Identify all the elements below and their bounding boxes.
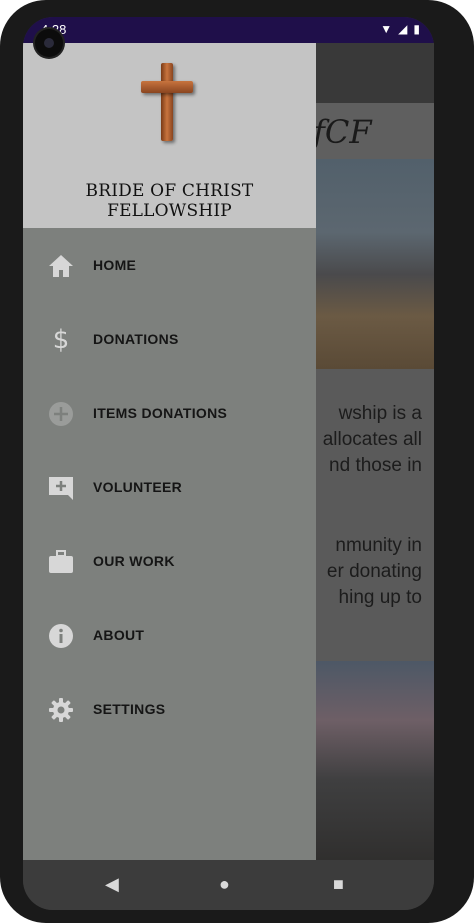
phone-frame: 4:28 ▼ ◢ ▮ fCF wship is a allocates all … (0, 0, 474, 923)
add-circle-icon (48, 401, 74, 427)
wifi-icon: ▼ (380, 22, 393, 36)
gear-icon (48, 697, 74, 723)
status-bar: 4:28 ▼ ◢ ▮ (23, 17, 434, 43)
recents-icon[interactable]: ■ (333, 874, 344, 895)
drawer-header: BRIDE OF CHRIST FELLOWSHIP (23, 43, 316, 228)
menu-item-label: SETTINGS (93, 701, 166, 717)
info-icon (48, 623, 74, 649)
front-camera (35, 29, 63, 57)
navigation-drawer: BRIDE OF CHRIST FELLOWSHIP HOME $ DONATI… (23, 43, 316, 860)
app-text-line: nd those in (329, 455, 422, 476)
system-nav-bar: ◀ ● ■ (23, 860, 434, 910)
menu-item-items-donations[interactable]: ITEMS DONATIONS (23, 376, 316, 450)
home-circle-icon[interactable]: ● (219, 874, 230, 895)
status-icons: ▼ ◢ ▮ (380, 22, 420, 36)
menu-item-label: ITEMS DONATIONS (93, 405, 228, 421)
app-text-line: allocates all (322, 429, 422, 450)
menu-item-label: OUR WORK (93, 553, 175, 569)
menu-item-home[interactable]: HOME (23, 228, 316, 302)
home-icon (48, 253, 74, 279)
menu-item-volunteer[interactable]: VOLUNTEER (23, 450, 316, 524)
app-text-line: nmunity in (335, 535, 422, 556)
menu-item-donations[interactable]: $ DONATIONS (23, 302, 316, 376)
cross-logo-icon (141, 63, 193, 143)
menu-item-label: HOME (93, 257, 137, 273)
menu-item-our-work[interactable]: OUR WORK (23, 524, 316, 598)
back-icon[interactable]: ◀ (105, 874, 119, 895)
app-text-line: er donating (326, 561, 422, 582)
screen: 4:28 ▼ ◢ ▮ fCF wship is a allocates all … (23, 17, 434, 910)
menu-item-label: DONATIONS (93, 331, 179, 347)
add-comment-icon (48, 475, 74, 501)
briefcase-icon (48, 549, 74, 575)
app-text-line: wship is a (338, 403, 422, 424)
menu-item-settings[interactable]: SETTINGS (23, 672, 316, 746)
menu-item-label: ABOUT (93, 627, 145, 643)
menu-item-about[interactable]: ABOUT (23, 598, 316, 672)
signal-icon: ◢ (398, 22, 408, 36)
drawer-title: BRIDE OF CHRIST FELLOWSHIP (85, 181, 254, 221)
dollar-icon: $ (52, 325, 70, 355)
menu-item-label: VOLUNTEER (93, 479, 183, 495)
battery-icon: ▮ (413, 22, 420, 36)
app-logo-text: fCF (313, 113, 372, 151)
app-text-line: hing up to (338, 587, 422, 608)
